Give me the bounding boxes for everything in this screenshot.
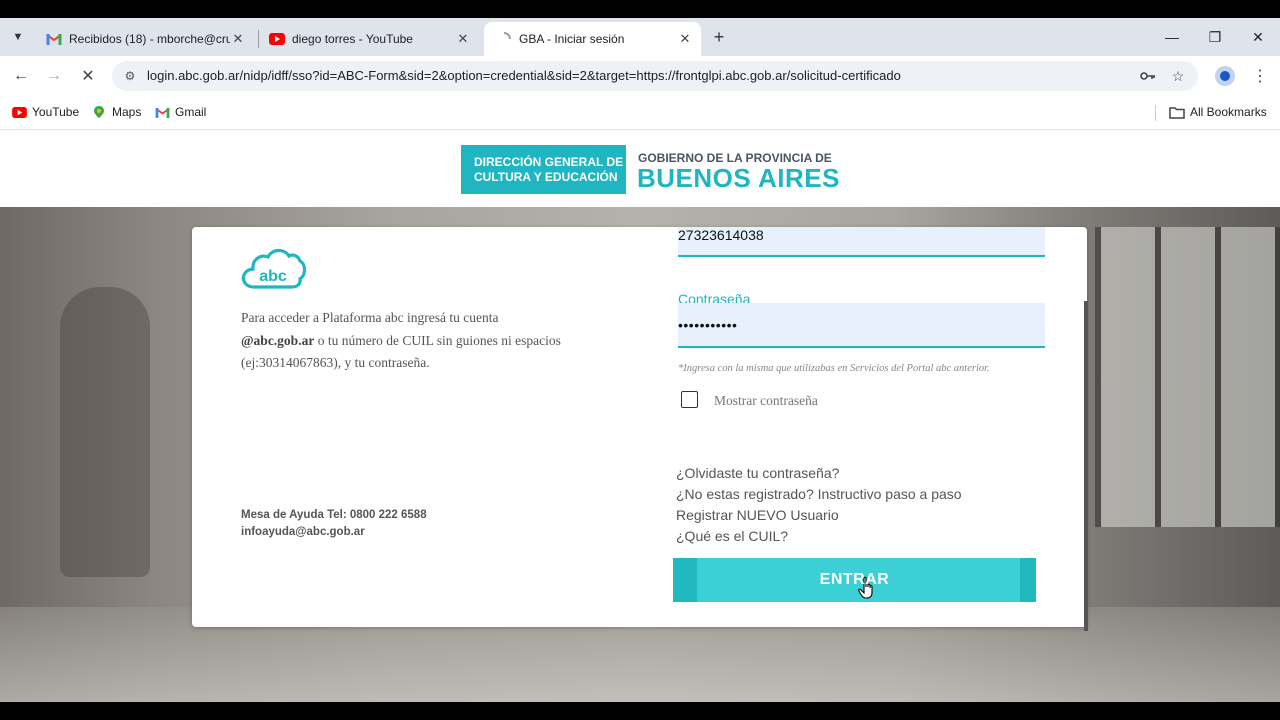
- bookmark-gmail[interactable]: Gmail: [154, 104, 206, 120]
- bookmark-youtube[interactable]: YouTube: [11, 104, 79, 120]
- bookmarks-bar: YouTube Maps Gmail All Bookmarks: [0, 96, 1280, 130]
- close-icon[interactable]: ✕: [677, 31, 693, 47]
- login-card: abc Para acceder a Plataforma abc ingres…: [192, 227, 1087, 627]
- close-icon[interactable]: ✕: [455, 31, 471, 47]
- maps-icon: [91, 104, 107, 120]
- background-figure: [60, 287, 150, 577]
- tab-strip: ▼ Recibidos (18) - mborche@cru ✕ diego t…: [0, 18, 1280, 56]
- close-icon[interactable]: ✕: [230, 31, 246, 47]
- page-content: DIRECCIÓN GENERAL DE CULTURA Y EDUCACIÓN…: [0, 131, 1280, 702]
- loading-icon: [496, 31, 512, 47]
- province-name: BUENOS AIRES: [637, 163, 840, 193]
- dgce-logo: DIRECCIÓN GENERAL DE CULTURA Y EDUCACIÓN: [461, 145, 626, 194]
- browser-toolbar: ← → ✕ ⚙ login.abc.gob.ar/nidp/idff/sso?i…: [0, 56, 1280, 96]
- username-value: 27323614038: [678, 227, 764, 243]
- bookmark-label: Gmail: [175, 105, 207, 119]
- bookmarks-divider: [1155, 105, 1156, 121]
- dgce-line-1: DIRECCIÓN GENERAL DE: [474, 155, 624, 169]
- abc-cloud-logo: abc: [240, 243, 307, 298]
- forgot-password-link[interactable]: ¿Olvidaste tu contraseña?: [676, 463, 962, 484]
- all-bookmarks[interactable]: All Bookmarks: [1169, 104, 1267, 120]
- svg-text:abc: abc: [259, 268, 287, 285]
- youtube-icon: [269, 31, 285, 47]
- youtube-icon: [11, 104, 27, 120]
- all-bookmarks-label: All Bookmarks: [1190, 105, 1267, 119]
- tab-youtube[interactable]: diego torres - YouTube ✕: [257, 22, 479, 56]
- what-is-cuil-link[interactable]: ¿Qué es el CUIL?: [676, 526, 962, 547]
- username-field[interactable]: 27323614038: [678, 227, 1045, 257]
- header-banner: DIRECCIÓN GENERAL DE CULTURA Y EDUCACIÓN…: [0, 131, 1280, 207]
- browser-window: ▼ Recibidos (18) - mborche@cru ✕ diego t…: [0, 18, 1280, 702]
- minimize-button[interactable]: —: [1161, 26, 1183, 48]
- restore-button[interactable]: ❐: [1204, 26, 1226, 48]
- bookmark-star-icon[interactable]: ☆: [1169, 67, 1187, 85]
- tab-title: GBA - Iniciar sesión: [519, 32, 625, 46]
- profile-avatar[interactable]: [1215, 66, 1235, 86]
- registration-guide-link[interactable]: ¿No estas registrado? Instructivo paso a…: [676, 484, 962, 505]
- stop-loading-button[interactable]: ✕: [77, 65, 99, 87]
- site-info-icon[interactable]: ⚙: [122, 68, 138, 84]
- bookmark-label: YouTube: [32, 105, 80, 119]
- gmail-icon: [154, 104, 170, 120]
- password-key-icon[interactable]: [1139, 67, 1157, 85]
- bookmark-maps[interactable]: Maps: [91, 104, 141, 120]
- folder-icon: [1169, 104, 1185, 120]
- bookmark-label: Maps: [112, 105, 142, 119]
- background-windows: [1095, 227, 1280, 527]
- back-button[interactable]: ←: [10, 65, 32, 87]
- intro-part-1: Para acceder a Plataforma abc ingresá tu…: [241, 310, 499, 325]
- show-password-label[interactable]: Mostrar contraseña: [714, 393, 818, 409]
- intro-text: Para acceder a Plataforma abc ingresá tu…: [241, 307, 561, 375]
- close-window-button[interactable]: ✕: [1247, 26, 1269, 48]
- password-value: •••••••••••: [678, 317, 738, 333]
- new-tab-button[interactable]: +: [708, 26, 730, 48]
- help-contact: Mesa de Ayuda Tel: 0800 222 6588 infoayu…: [241, 507, 427, 541]
- tab-title: diego torres - YouTube: [292, 32, 413, 46]
- intro-domain: @abc.gob.ar: [241, 332, 315, 348]
- gmail-icon: [46, 31, 62, 47]
- address-bar[interactable]: ⚙ login.abc.gob.ar/nidp/idff/sso?id=ABC-…: [112, 61, 1198, 91]
- forward-button[interactable]: →: [43, 65, 65, 87]
- help-links: ¿Olvidaste tu contraseña? ¿No estas regi…: [676, 463, 962, 547]
- menu-icon[interactable]: ⋮: [1250, 65, 1270, 87]
- tab-title: Recibidos (18) - mborche@cru: [69, 32, 230, 46]
- show-password-checkbox[interactable]: [681, 391, 698, 408]
- page-scrollbar[interactable]: [1084, 301, 1088, 631]
- password-field[interactable]: •••••••••••: [678, 303, 1045, 348]
- register-new-user-link[interactable]: Registrar NUEVO Usuario: [676, 505, 962, 526]
- url-text: login.abc.gob.ar/nidp/idff/sso?id=ABC-Fo…: [147, 68, 901, 83]
- tab-search-button[interactable]: ▼: [6, 25, 30, 49]
- help-phone: Mesa de Ayuda Tel: 0800 222 6588: [241, 509, 427, 521]
- tab-gmail[interactable]: Recibidos (18) - mborche@cru ✕: [34, 22, 254, 56]
- enter-button[interactable]: ENTRAR: [673, 558, 1036, 602]
- password-hint: *Ingresa con la misma que utilizabas en …: [678, 363, 990, 374]
- enter-button-label: ENTRAR: [819, 571, 890, 588]
- dgce-line-2: CULTURA Y EDUCACIÓN: [474, 170, 618, 184]
- help-email: infoayuda@abc.gob.ar: [241, 526, 365, 538]
- tab-gba-login[interactable]: GBA - Iniciar sesión ✕: [484, 22, 701, 56]
